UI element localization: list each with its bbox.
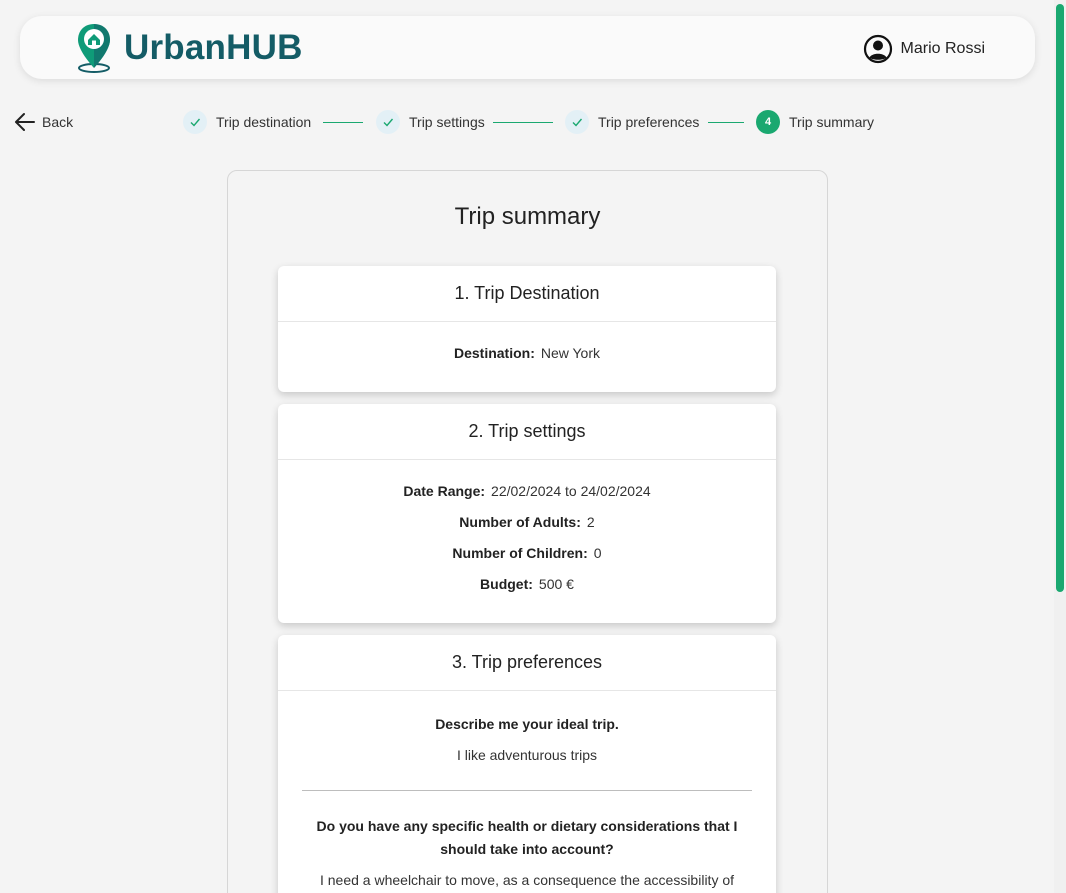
destination-row: Destination: New York: [278, 344, 776, 375]
page: UrbanHUB Mario Rossi Back Trip destinati…: [0, 0, 1066, 893]
check-icon: [190, 118, 201, 127]
step-label: Trip preferences: [598, 114, 700, 130]
step-label: Trip settings: [409, 114, 485, 130]
step-trip-settings[interactable]: Trip settings: [376, 110, 485, 134]
step-connector: [493, 122, 553, 123]
preferences-card: 3. Trip preferences Describe me your ide…: [278, 635, 776, 893]
answer-ideal-trip: I like adventurous trips: [456, 747, 598, 763]
destination-card: 1. Trip Destination Destination: New York: [278, 266, 776, 392]
page-title: Trip summary: [454, 203, 601, 230]
step-connector: [708, 122, 744, 123]
app-header: UrbanHUB Mario Rossi: [20, 16, 1035, 79]
location-pin-home-icon: [78, 24, 110, 73]
question-ideal-trip: Describe me your ideal trip.: [435, 716, 619, 732]
step-check-circle: [565, 110, 589, 134]
step-check-circle: [183, 110, 207, 134]
step-connector: [323, 122, 363, 123]
destination-value: New York: [540, 345, 601, 361]
date-range-row: Date Range: 22/02/2024 to 24/02/2024: [278, 482, 776, 513]
step-trip-destination[interactable]: Trip destination: [183, 110, 311, 134]
user-name: Mario Rossi: [900, 40, 985, 57]
card-title: 1. Trip Destination: [278, 266, 776, 322]
card-title: 2. Trip settings: [278, 404, 776, 460]
trip-summary-panel: Trip summary 1. Trip Destination Destina…: [227, 170, 828, 893]
field-label: Number of Children:: [452, 545, 588, 561]
account-circle-icon: [863, 34, 892, 64]
field-label: Date Range:: [403, 483, 486, 499]
user-menu[interactable]: Mario Rossi: [863, 34, 985, 64]
step-trip-preferences[interactable]: Trip preferences: [565, 110, 699, 134]
divider: [302, 790, 752, 791]
question-health-diet: Do you have any specific health or dieta…: [316, 818, 738, 857]
scrollbar-thumb[interactable]: [1056, 4, 1064, 592]
step-trip-summary[interactable]: 4 Trip summary: [756, 110, 874, 134]
budget-value: 500 €: [538, 576, 574, 592]
budget-row: Budget: 500 €: [278, 575, 776, 606]
brand-logo[interactable]: UrbanHUB: [76, 22, 303, 74]
check-icon: [383, 118, 394, 127]
step-number-circle: 4: [756, 110, 780, 134]
step-label: Trip summary: [789, 114, 875, 130]
date-range-value: 22/02/2024 to 24/02/2024: [491, 483, 651, 499]
card-title: 3. Trip preferences: [278, 635, 776, 691]
adults-row: Number of Adults: 2: [278, 513, 776, 544]
settings-card: 2. Trip settings Date Range: 22/02/2024 t…: [278, 404, 776, 623]
back-button[interactable]: Back: [14, 111, 73, 133]
children-value: 0: [593, 545, 602, 561]
field-label: Destination:: [453, 345, 535, 361]
field-label: Number of Adults:: [459, 514, 581, 530]
children-row: Number of Children: 0: [278, 544, 776, 575]
step-check-circle: [376, 110, 400, 134]
brand-name: UrbanHUB: [124, 28, 303, 67]
answer-health-diet: I need a wheelchair to move, as a conseq…: [319, 872, 735, 888]
step-label: Trip destination: [216, 114, 312, 130]
check-icon: [572, 118, 583, 127]
arrow-left-icon: [15, 113, 35, 131]
back-label: Back: [42, 114, 74, 130]
field-label: Budget:: [480, 576, 533, 592]
adults-value: 2: [586, 514, 595, 530]
